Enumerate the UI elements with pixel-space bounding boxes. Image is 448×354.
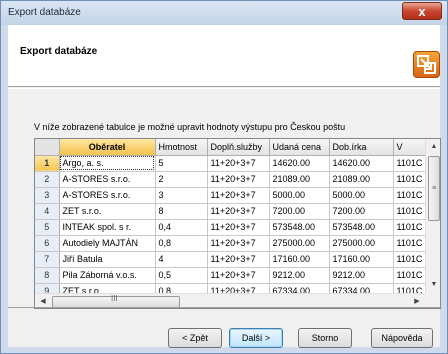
row-number[interactable]: 5: [35, 219, 60, 236]
table-cell[interactable]: 275000.00: [269, 235, 330, 252]
grid-header-row: Oběratel Hmotnost Doplň.služby Udaná cen…: [35, 139, 428, 156]
table-row[interactable]: 6 Autodiely MAJTÁN 0,8 11+20+3+7 275000.00 27…: [35, 235, 428, 252]
table-cell[interactable]: 14620.00: [269, 155, 330, 172]
row-number[interactable]: 1: [35, 155, 60, 172]
table-row[interactable]: 2 A-STORES s.r.o. 2 11+20+3+7 21089.00 21089.…: [35, 171, 428, 188]
scroll-down-icon[interactable]: ▼: [426, 277, 440, 293]
table-cell[interactable]: 1101C: [393, 171, 428, 188]
column-header[interactable]: Oběratel: [59, 139, 156, 156]
table-cell[interactable]: 1101C: [393, 203, 428, 220]
help-button[interactable]: Nápověda: [371, 328, 433, 348]
table-cell[interactable]: 17160.00: [329, 251, 394, 268]
table-cell[interactable]: 0,5: [155, 267, 208, 284]
scroll-up-icon[interactable]: ▲: [426, 139, 440, 155]
close-icon: x: [418, 4, 426, 19]
table-cell[interactable]: 573548.00: [329, 219, 394, 236]
next-button[interactable]: Další >: [229, 328, 283, 348]
table-cell[interactable]: 1101C: [393, 155, 428, 172]
table-cell[interactable]: 21089.00: [269, 171, 330, 188]
table-cell[interactable]: 11+20+3+7: [207, 267, 270, 284]
table-cell[interactable]: ZET s.r.o.: [59, 203, 156, 220]
table-cell[interactable]: 2: [155, 171, 208, 188]
dialog-client-area: Export databáze V níže zobrazené tabulce…: [8, 25, 441, 348]
export-wizard-icon: [413, 51, 440, 78]
table-cell[interactable]: 11+20+3+7: [207, 219, 270, 236]
row-number[interactable]: 6: [35, 235, 60, 252]
table-row[interactable]: 1 Argo, a. s. 5 11+20+3+7 14620.00 14620.00 11…: [35, 155, 428, 172]
table-cell[interactable]: 7200.00: [269, 203, 330, 220]
row-number[interactable]: 2: [35, 171, 60, 188]
column-header[interactable]: Doplň.služby: [207, 139, 270, 156]
cancel-button[interactable]: Storno: [298, 328, 352, 348]
table-cell[interactable]: 8: [155, 203, 208, 220]
table-cell[interactable]: 11+20+3+7: [207, 235, 270, 252]
grid-corner: [35, 139, 60, 156]
table-cell[interactable]: 11+20+3+7: [207, 187, 270, 204]
table-cell[interactable]: 11+20+3+7: [207, 155, 270, 172]
table-cell[interactable]: 9212.00: [329, 267, 394, 284]
wizard-header: Export databáze: [8, 25, 440, 87]
table-cell[interactable]: 1101C: [393, 267, 428, 284]
table-row[interactable]: 8 Pila Záborná v.o.s. 0,5 11+20+3+7 9212.00 9…: [35, 267, 428, 284]
column-header[interactable]: V: [393, 139, 428, 156]
table-cell[interactable]: 14620.00: [329, 155, 394, 172]
back-button[interactable]: < Zpět: [168, 328, 222, 348]
vertical-scroll-thumb[interactable]: ≡: [428, 156, 440, 221]
table-cell[interactable]: 4: [155, 251, 208, 268]
table-cell[interactable]: Autodiely MAJTÁN: [59, 235, 156, 252]
table-cell[interactable]: 275000.00: [329, 235, 394, 252]
column-header[interactable]: Hmotnost: [155, 139, 208, 156]
table-cell[interactable]: 11+20+3+7: [207, 251, 270, 268]
header-separator: [8, 88, 440, 89]
page-title: Export databáze: [20, 46, 98, 57]
table-row[interactable]: 3 A-STORES s.r.o. 3 11+20+3+7 5000.00 5000.00…: [35, 187, 428, 204]
table-cell[interactable]: 9212.00: [269, 267, 330, 284]
table-cell[interactable]: 573548.00: [269, 219, 330, 236]
table-cell[interactable]: 0,4: [155, 219, 208, 236]
scroll-grip-icon: III: [111, 294, 118, 303]
window-title: Export databáze: [8, 7, 81, 18]
table-cell[interactable]: Pila Záborná v.o.s.: [59, 267, 156, 284]
table-cell[interactable]: 5: [155, 155, 208, 172]
table-cell[interactable]: 17160.00: [269, 251, 330, 268]
row-number[interactable]: 7: [35, 251, 60, 268]
export-dialog: Export databáze x Export databáze V níže…: [0, 0, 448, 354]
table-cell[interactable]: A-STORES s.r.o.: [59, 187, 156, 204]
column-header[interactable]: Dob.írka: [329, 139, 394, 156]
table-cell[interactable]: INTEAK spol. s r.: [59, 219, 156, 236]
table-cell[interactable]: 1101C: [393, 187, 428, 204]
table-cell[interactable]: 7200.00: [329, 203, 394, 220]
row-number[interactable]: 3: [35, 187, 60, 204]
table-cell[interactable]: 11+20+3+7: [207, 203, 270, 220]
table-cell[interactable]: A-STORES s.r.o.: [59, 171, 156, 188]
row-number[interactable]: 8: [35, 267, 60, 284]
instruction-text: V níže zobrazené tabulce je možné upravi…: [34, 122, 346, 132]
table-row[interactable]: 4 ZET s.r.o. 8 11+20+3+7 7200.00 7200.00 1101C: [35, 203, 428, 220]
table-cell[interactable]: 21089.00: [329, 171, 394, 188]
table-cell[interactable]: 1101C: [393, 251, 428, 268]
row-number[interactable]: 4: [35, 203, 60, 220]
table-row[interactable]: 5 INTEAK spol. s r. 0,4 11+20+3+7 573548.00 5…: [35, 219, 428, 236]
close-button[interactable]: x: [402, 2, 442, 20]
table-cell[interactable]: 3: [155, 187, 208, 204]
vertical-scrollbar[interactable]: ▲ ≡ ▼: [425, 139, 440, 293]
table-cell[interactable]: 0,8: [155, 235, 208, 252]
table-cell[interactable]: 1101C: [393, 219, 428, 236]
table-cell[interactable]: Jiří Batula: [59, 251, 156, 268]
footer-separator: [8, 307, 440, 308]
table-row[interactable]: 7 Jiří Batula 4 11+20+3+7 17160.00 17160.00 11…: [35, 251, 428, 268]
table-cell[interactable]: 1101C: [393, 235, 428, 252]
data-grid[interactable]: Oběratel Hmotnost Doplň.služby Udaná cen…: [34, 138, 441, 309]
scroll-grip-icon: ≡: [432, 185, 437, 192]
table-cell[interactable]: 11+20+3+7: [207, 171, 270, 188]
title-bar: Export databáze x: [1, 1, 447, 25]
table-cell[interactable]: 5000.00: [329, 187, 394, 204]
table-cell[interactable]: Argo, a. s.: [59, 155, 156, 172]
table-cell[interactable]: 5000.00: [269, 187, 330, 204]
grid-table: Oběratel Hmotnost Doplň.služby Udaná cen…: [35, 139, 428, 300]
column-header[interactable]: Udaná cena: [269, 139, 330, 156]
